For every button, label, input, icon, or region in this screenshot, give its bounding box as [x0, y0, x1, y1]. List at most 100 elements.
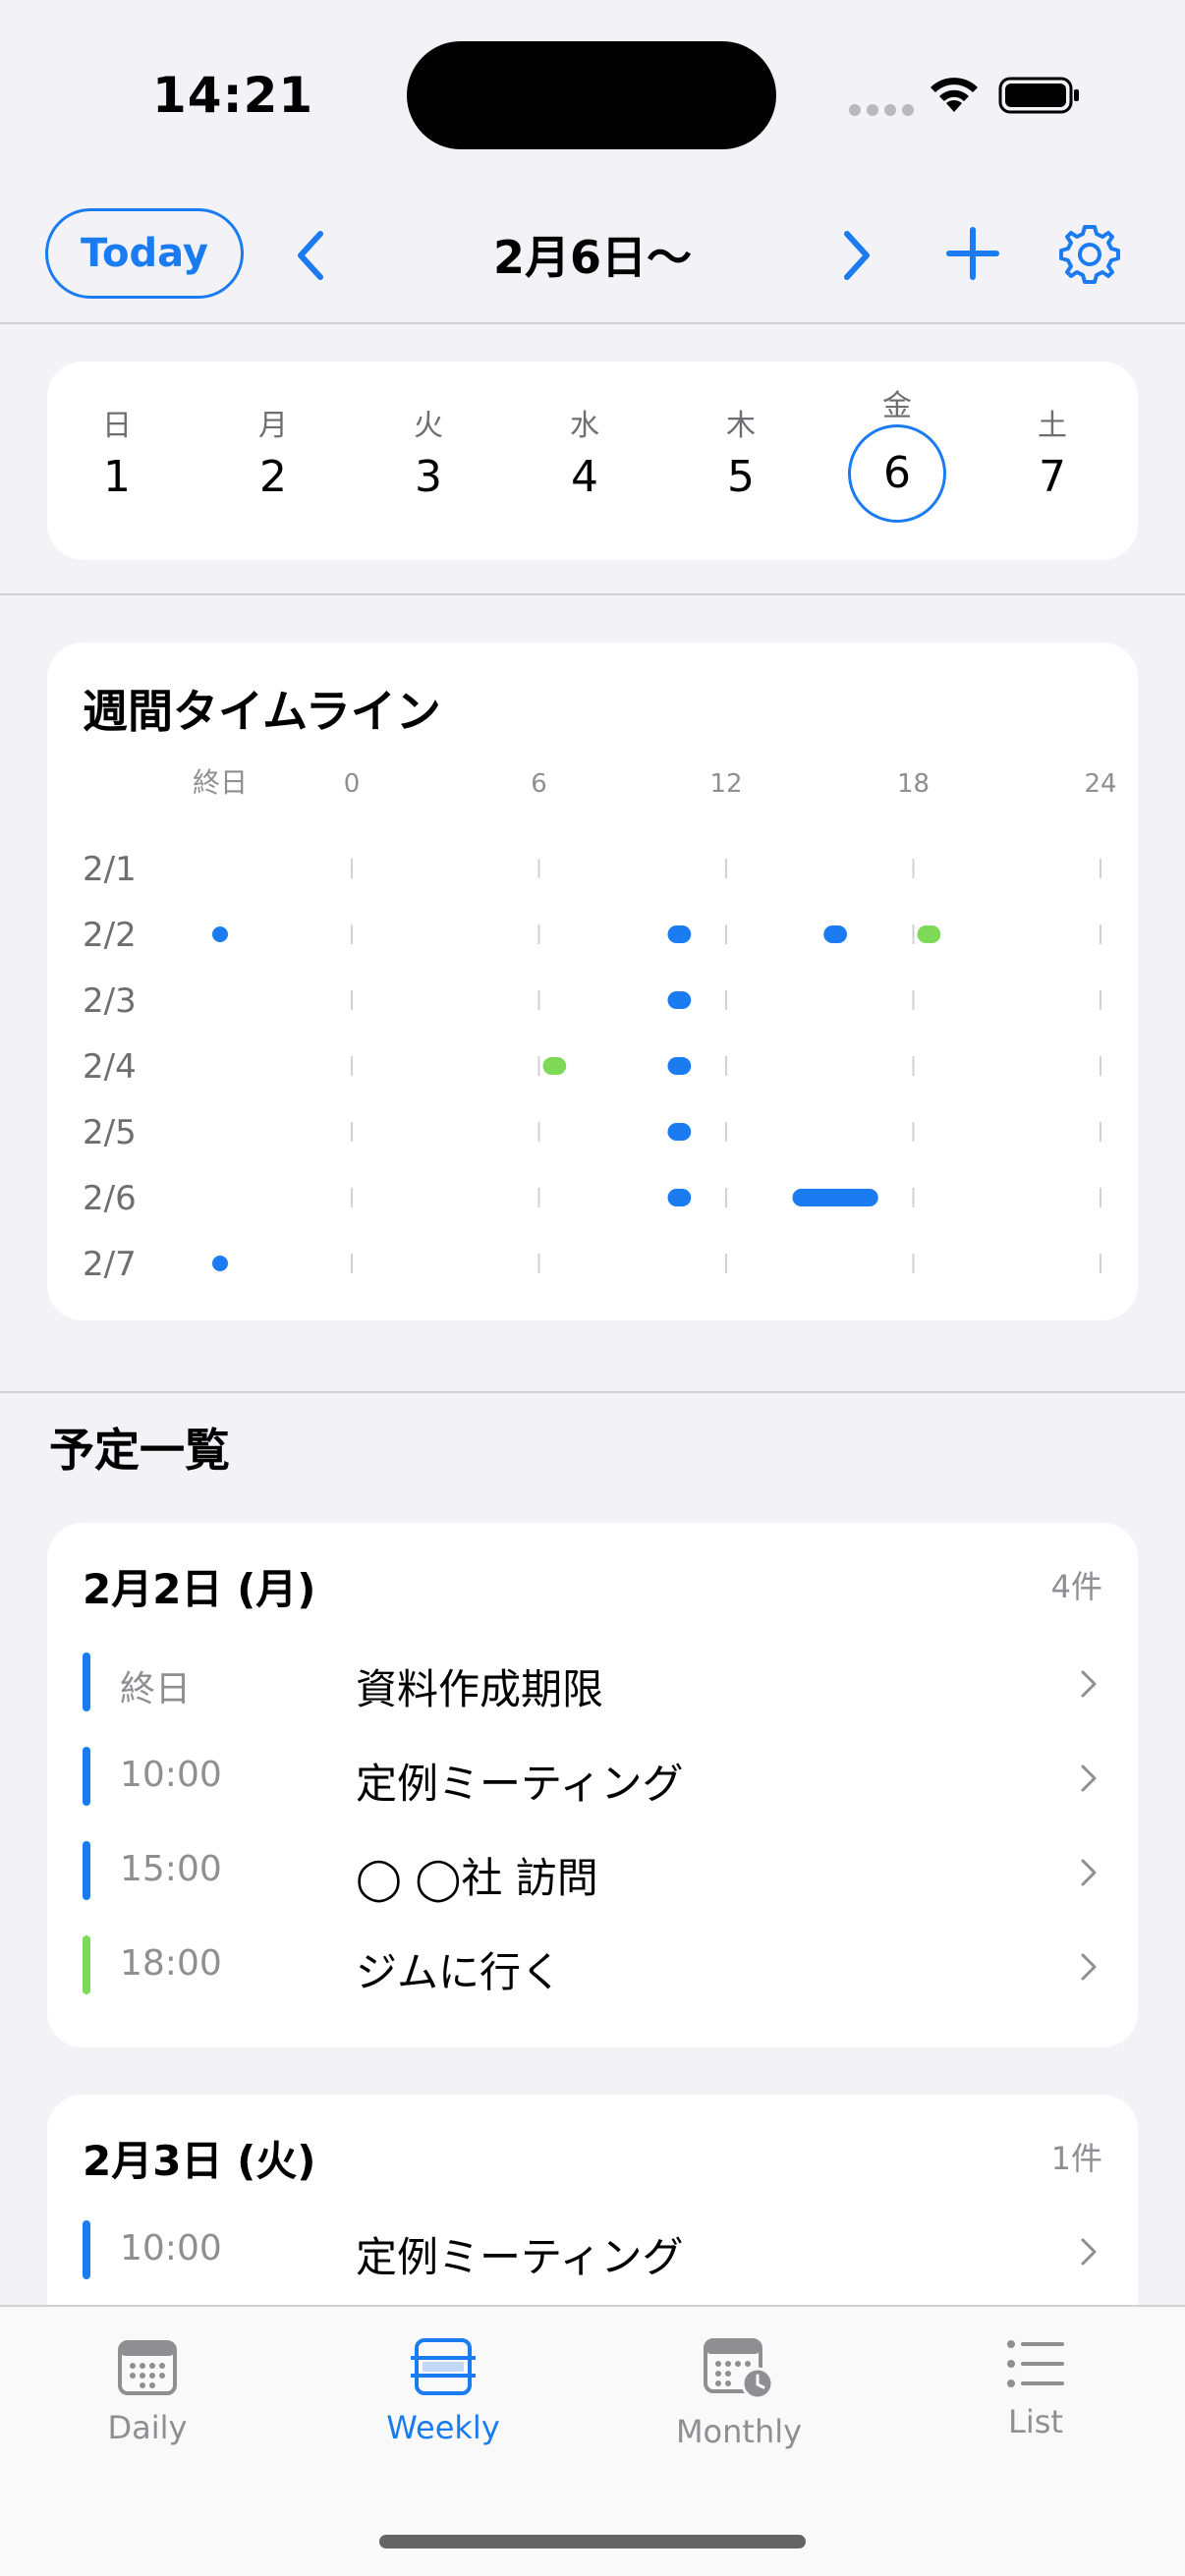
row-date-label: 2/6 — [83, 1179, 137, 1218]
tab-daily[interactable]: Daily — [49, 2336, 246, 2446]
weekly-timeline-card: 週間タイムライン 終日 0 6 12 18 24 2/1 2/2 2/3 2/4 2/5 2/6 2/7 — [47, 643, 1138, 1320]
chevron-right-icon — [1081, 1764, 1097, 1792]
event-row[interactable]: 18:00 ジムに行く — [83, 1918, 1102, 2012]
date-number: 2 — [259, 452, 287, 502]
event-bar — [792, 1189, 878, 1206]
chevron-right-icon — [1081, 1859, 1097, 1886]
hour-tick-label: 6 — [531, 769, 547, 799]
dynamic-island — [407, 41, 776, 149]
calendar-week-icon — [411, 2338, 476, 2395]
event-bar — [667, 1189, 692, 1206]
event-time: 10:00 — [120, 1755, 222, 1795]
event-row[interactable]: 終日 資料作成期限 — [83, 1635, 1102, 1729]
weekday-label: 日 — [102, 409, 132, 443]
gear-icon[interactable] — [1057, 222, 1122, 287]
wifi-icon — [931, 78, 978, 112]
event-bar — [823, 925, 847, 943]
tab-label: Weekly — [386, 2409, 500, 2446]
today-button[interactable]: Today — [45, 208, 244, 299]
date-number: 7 — [1039, 452, 1066, 502]
day-sunday[interactable]: 日1 — [63, 401, 171, 502]
hour-tick-label: 0 — [344, 769, 361, 799]
event-color-bar — [83, 2220, 90, 2279]
event-color-bar — [83, 1841, 90, 1900]
date-number: 1 — [103, 452, 131, 502]
tab-bar: Daily Weekly Monthly List — [0, 2305, 1185, 2576]
navigation-bar: Today 2月6日〜 — [0, 187, 1185, 324]
event-time: 10:00 — [120, 2228, 222, 2268]
row-date-label: 2/4 — [83, 1047, 137, 1087]
chevron-left-icon[interactable] — [291, 226, 330, 285]
date-number: 4 — [571, 452, 598, 502]
event-color-bar — [83, 1935, 90, 1994]
event-bar — [542, 1057, 567, 1075]
event-title: ジムに行く — [356, 1948, 563, 1996]
event-bar — [667, 925, 692, 943]
status-bar: 14:21 — [0, 0, 1185, 187]
hour-tick-label: 18 — [897, 769, 930, 799]
event-row[interactable]: 15:00 ◯ ◯社 訪問 — [83, 1823, 1102, 1918]
weekday-label: 水 — [570, 409, 599, 443]
weekday-label: 土 — [1038, 409, 1067, 443]
row-date-label: 2/7 — [83, 1245, 137, 1284]
tab-label: Daily — [107, 2409, 188, 2446]
group-date: 2月2日 (月) — [83, 1565, 316, 1613]
chevron-right-icon — [1081, 1953, 1097, 1981]
hour-tick-label: 24 — [1084, 769, 1116, 799]
event-bar — [667, 1057, 692, 1075]
day-saturday[interactable]: 土7 — [998, 401, 1106, 502]
calendar-day-icon — [118, 2340, 177, 2395]
tab-label: List — [1008, 2403, 1063, 2440]
event-title: 定例ミーティング — [356, 1760, 684, 1808]
day-wednesday[interactable]: 水4 — [531, 401, 639, 502]
row-date-label: 2/2 — [83, 916, 137, 955]
event-title: ◯ ◯社 訪問 — [356, 1854, 598, 1902]
battery-icon — [998, 77, 1079, 114]
event-bar — [667, 991, 692, 1009]
event-time: 18:00 — [120, 1943, 222, 1984]
tab-weekly[interactable]: Weekly — [345, 2336, 541, 2446]
tab-monthly[interactable]: Monthly — [641, 2336, 837, 2450]
event-color-bar — [83, 1747, 90, 1806]
weekday-label: 火 — [414, 409, 443, 443]
event-bar — [667, 1123, 692, 1141]
chevron-right-icon[interactable] — [837, 226, 876, 285]
event-row[interactable]: 10:00 定例ミーティング — [83, 2203, 1102, 2297]
row-date-label: 2/5 — [83, 1113, 137, 1152]
weekday-label: 金 — [882, 389, 912, 423]
home-indicator — [379, 2535, 806, 2548]
day-event-group: 2月2日 (月) 4件 終日 資料作成期限 10:00 定例ミーティング 15:… — [47, 1523, 1138, 2047]
allday-event-dot — [212, 926, 228, 942]
event-color-bar — [83, 1652, 90, 1711]
tab-list[interactable]: List — [937, 2336, 1134, 2440]
allday-header: 終日 — [193, 766, 248, 799]
weekday-label: 木 — [726, 409, 756, 443]
calendar-clock-icon — [704, 2338, 774, 2400]
day-friday-selected[interactable]: 金6 — [843, 389, 951, 523]
plus-icon[interactable] — [943, 224, 1002, 283]
row-date-label: 2/3 — [83, 981, 137, 1021]
date-number: 6 — [848, 424, 946, 523]
weekday-label: 月 — [258, 409, 288, 443]
week-title: 2月6日〜 — [492, 231, 692, 284]
divider — [0, 1391, 1185, 1393]
event-title: 資料作成期限 — [356, 1665, 604, 1713]
schedule-title: 予定一覧 — [49, 1424, 230, 1477]
tab-label: Monthly — [675, 2413, 803, 2450]
event-row[interactable]: 10:00 定例ミーティング — [83, 1729, 1102, 1823]
day-thursday[interactable]: 木5 — [687, 401, 795, 502]
event-title: 定例ミーティング — [356, 2233, 684, 2281]
list-icon — [1007, 2340, 1064, 2387]
chevron-right-icon — [1081, 1670, 1097, 1698]
day-tuesday[interactable]: 火3 — [374, 401, 482, 502]
allday-event-dot — [212, 1256, 228, 1271]
group-date: 2月3日 (火) — [83, 2137, 316, 2185]
signal-icon — [849, 104, 914, 116]
week-strip: 日1 月2 火3 水4 木5 金6 土7 — [47, 362, 1138, 560]
chevron-right-icon — [1081, 2238, 1097, 2266]
timeline-chart: 終日 0 6 12 18 24 2/1 2/2 2/3 2/4 2/5 2/6 2/7 — [83, 766, 1117, 1284]
event-count: 1件 — [1050, 2140, 1102, 2177]
date-number: 5 — [727, 452, 755, 502]
divider — [0, 593, 1185, 595]
day-monday[interactable]: 月2 — [219, 401, 327, 502]
